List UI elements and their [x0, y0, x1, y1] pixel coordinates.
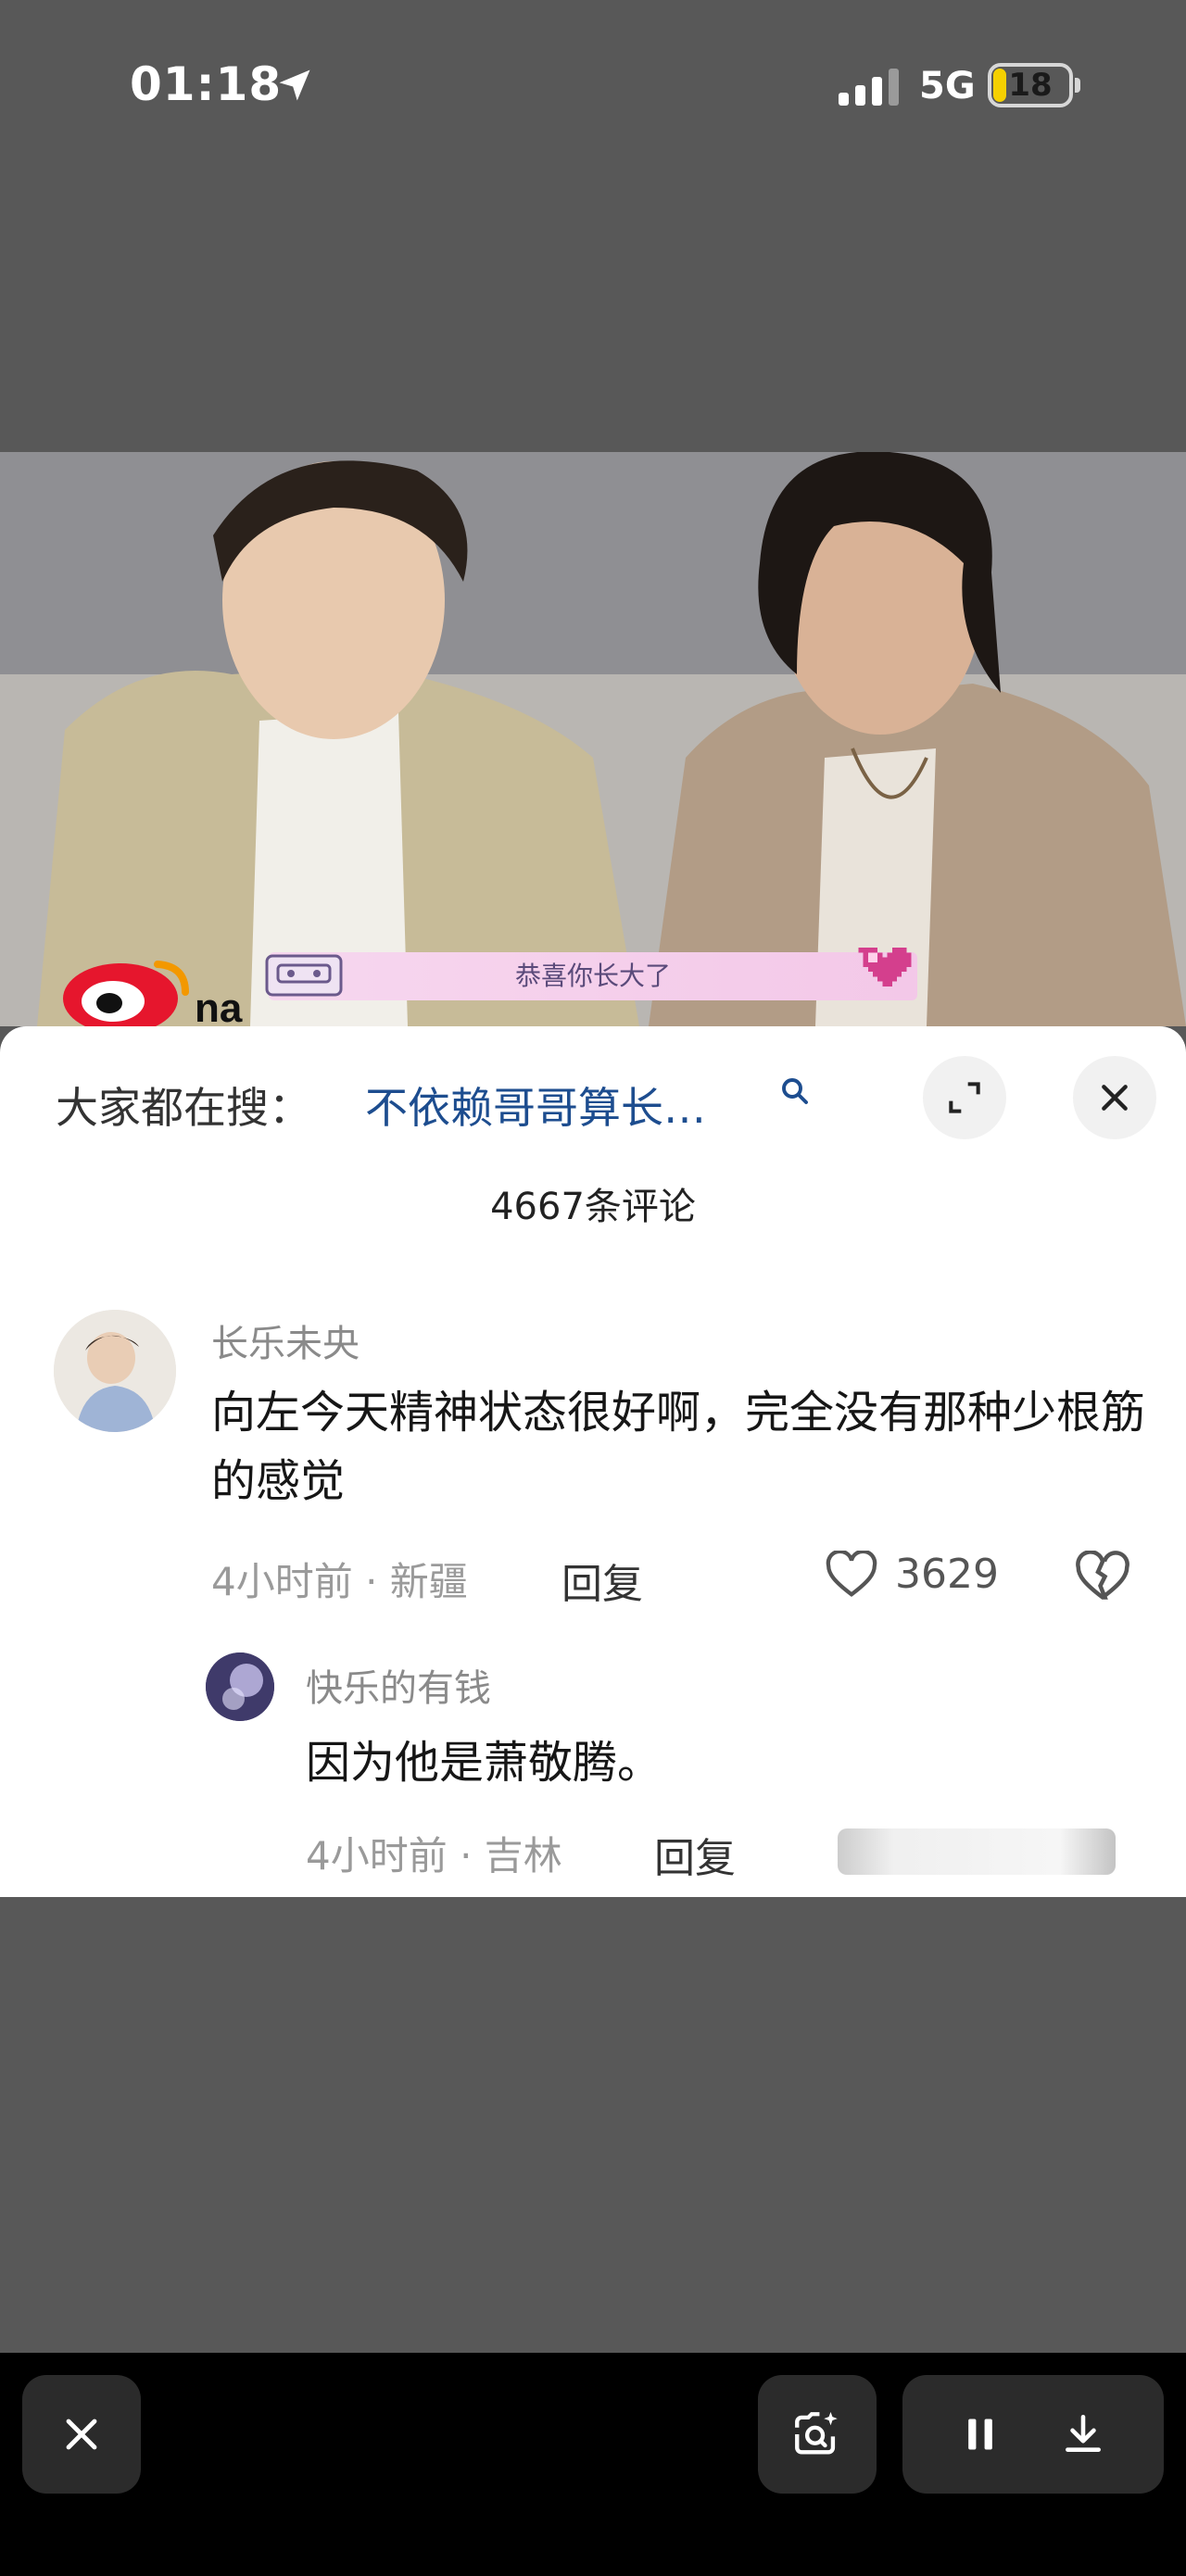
- comment-username[interactable]: 快乐的有钱: [306, 1658, 491, 1712]
- avatar[interactable]: [206, 1652, 274, 1721]
- status-bar: 01:18 5G 18: [0, 0, 1186, 176]
- battery-icon: 18: [988, 63, 1073, 107]
- broken-heart-icon[interactable]: [1075, 1551, 1130, 1602]
- comments-count: 4667条评论: [490, 1186, 696, 1228]
- heart-icon[interactable]: [825, 1551, 878, 1599]
- search-icon[interactable]: [778, 1074, 812, 1108]
- trending-search-link[interactable]: 不依赖哥哥算长…: [365, 1074, 706, 1136]
- expand-icon: [949, 1082, 980, 1113]
- like-count: 3629: [895, 1551, 999, 1598]
- comment-text: 因为他是萧敬腾。: [306, 1737, 662, 1789]
- comment-meta: 4小时前 · 新疆: [211, 1559, 468, 1604]
- blurred-like-area: [838, 1828, 1116, 1875]
- trending-search-label: 大家都在搜：: [56, 1083, 311, 1133]
- status-time: 01:18: [130, 57, 283, 111]
- comment-username[interactable]: 长乐未央: [211, 1313, 360, 1367]
- visual-search-button[interactable]: [758, 2375, 877, 2494]
- avatar[interactable]: [54, 1310, 176, 1432]
- video-frame[interactable]: na 恭喜你长大了: [0, 452, 1186, 1026]
- reply-button[interactable]: 回复: [561, 1551, 643, 1610]
- battery-cap: [1075, 78, 1080, 93]
- network-type: 5G: [919, 65, 976, 107]
- visual-search-icon: [795, 2411, 838, 2455]
- video-caption: 恭喜你长大了: [269, 952, 917, 1000]
- weibo-logo: na: [63, 961, 243, 1026]
- close-icon: [66, 2419, 97, 2450]
- comment-text: 向左今天精神状态很好啊，完全没有那种少根筋的感觉: [211, 1387, 1146, 1508]
- video-image: [0, 452, 1186, 1026]
- close-icon: [1102, 1085, 1128, 1111]
- battery-percent: 18: [1008, 67, 1053, 104]
- comment-meta: 4小时前 · 吉林: [306, 1833, 562, 1879]
- cassette-icon: [265, 954, 343, 997]
- location-arrow-icon: [279, 69, 310, 101]
- expand-button[interactable]: [923, 1056, 1006, 1139]
- viewer-toolbar: [0, 2353, 1186, 2576]
- close-sheet-button[interactable]: [1073, 1056, 1156, 1139]
- svg-text:na: na: [195, 986, 243, 1026]
- download-icon[interactable]: [1060, 2411, 1106, 2457]
- close-viewer-button[interactable]: [22, 2375, 141, 2494]
- comments-sheet: 大家都在搜： 不依赖哥哥算长… 4667条评论 长乐未央 向左今天精神状态很好啊…: [0, 1026, 1186, 1897]
- playback-controls: [902, 2375, 1164, 2494]
- reply-button[interactable]: 回复: [654, 1825, 736, 1884]
- pixel-heart-icon: [858, 948, 912, 986]
- pause-icon[interactable]: [960, 2412, 1001, 2457]
- signal-icon: [839, 69, 899, 106]
